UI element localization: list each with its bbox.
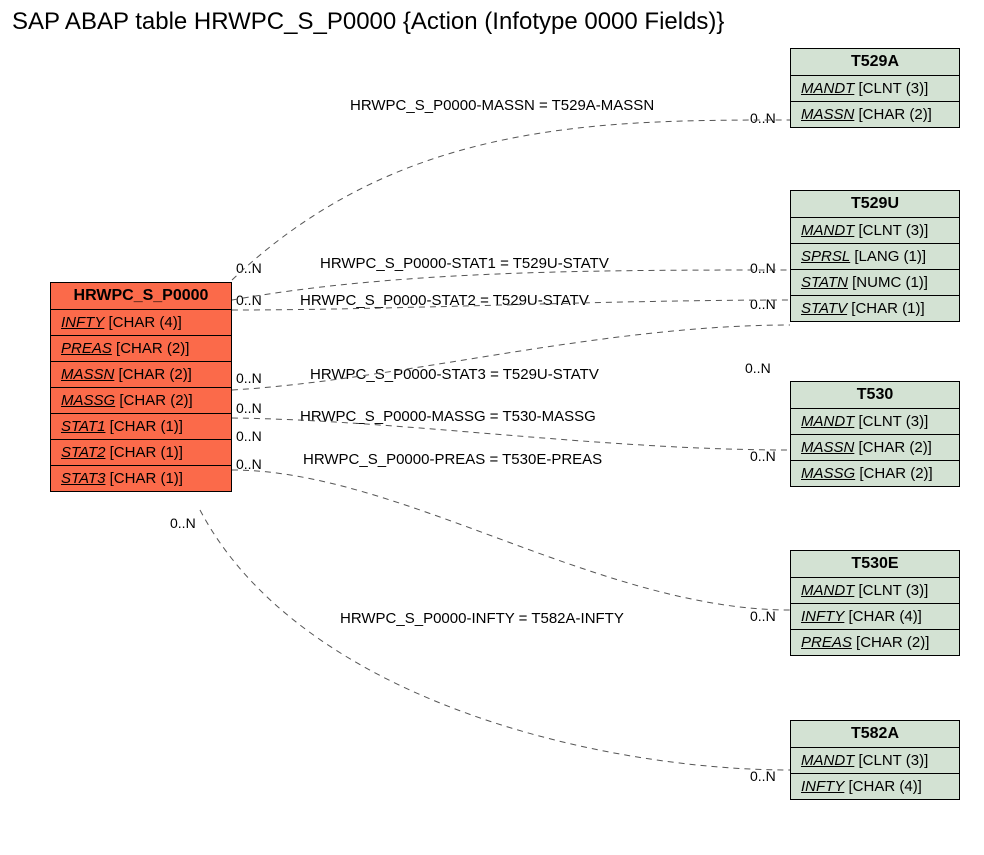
relation-label: HRWPC_S_P0000-PREAS = T530E-PREAS: [303, 451, 602, 468]
cardinality: 0..N: [750, 768, 776, 784]
cardinality: 0..N: [750, 608, 776, 624]
entity-header: T529A: [791, 49, 959, 76]
field-row: INFTY [CHAR (4)]: [791, 604, 959, 630]
field-row: MANDT [CLNT (3)]: [791, 409, 959, 435]
field-row: STAT2 [CHAR (1)]: [51, 440, 231, 466]
field-row: MASSN [CHAR (2)]: [51, 362, 231, 388]
cardinality: 0..N: [750, 260, 776, 276]
entity-t529a: T529A MANDT [CLNT (3)] MASSN [CHAR (2)]: [790, 48, 960, 128]
entity-t582a: T582A MANDT [CLNT (3)] INFTY [CHAR (4)]: [790, 720, 960, 800]
cardinality: 0..N: [236, 400, 262, 416]
entity-header: T530: [791, 382, 959, 409]
cardinality: 0..N: [236, 260, 262, 276]
entity-header: HRWPC_S_P0000: [51, 283, 231, 310]
relation-label: HRWPC_S_P0000-STAT3 = T529U-STATV: [310, 366, 599, 383]
field-row: SPRSL [LANG (1)]: [791, 244, 959, 270]
cardinality: 0..N: [236, 292, 262, 308]
cardinality: 0..N: [170, 515, 196, 531]
field-row: STATN [NUMC (1)]: [791, 270, 959, 296]
cardinality: 0..N: [745, 360, 771, 376]
diagram-title: SAP ABAP table HRWPC_S_P0000 {Action (In…: [12, 8, 724, 36]
cardinality: 0..N: [236, 428, 262, 444]
relation-label: HRWPC_S_P0000-MASSG = T530-MASSG: [300, 408, 596, 425]
cardinality: 0..N: [750, 296, 776, 312]
entity-t529u: T529U MANDT [CLNT (3)] SPRSL [LANG (1)] …: [790, 190, 960, 322]
field-row: STATV [CHAR (1)]: [791, 296, 959, 321]
field-row: INFTY [CHAR (4)]: [51, 310, 231, 336]
entity-t530e: T530E MANDT [CLNT (3)] INFTY [CHAR (4)] …: [790, 550, 960, 656]
entity-t530: T530 MANDT [CLNT (3)] MASSN [CHAR (2)] M…: [790, 381, 960, 487]
entity-header: T529U: [791, 191, 959, 218]
field-row: MANDT [CLNT (3)]: [791, 748, 959, 774]
field-row: PREAS [CHAR (2)]: [51, 336, 231, 362]
field-row: MANDT [CLNT (3)]: [791, 76, 959, 102]
cardinality: 0..N: [236, 456, 262, 472]
field-row: MASSN [CHAR (2)]: [791, 102, 959, 127]
field-row: MASSG [CHAR (2)]: [791, 461, 959, 486]
field-row: INFTY [CHAR (4)]: [791, 774, 959, 799]
relation-label: HRWPC_S_P0000-STAT1 = T529U-STATV: [320, 255, 609, 272]
field-row: MASSG [CHAR (2)]: [51, 388, 231, 414]
relation-label: HRWPC_S_P0000-INFTY = T582A-INFTY: [340, 610, 624, 627]
entity-header: T530E: [791, 551, 959, 578]
cardinality: 0..N: [236, 370, 262, 386]
field-row: STAT1 [CHAR (1)]: [51, 414, 231, 440]
field-row: MASSN [CHAR (2)]: [791, 435, 959, 461]
field-row: MANDT [CLNT (3)]: [791, 578, 959, 604]
entity-hrwpc-s-p0000: HRWPC_S_P0000 INFTY [CHAR (4)] PREAS [CH…: [50, 282, 232, 492]
cardinality: 0..N: [750, 448, 776, 464]
cardinality: 0..N: [750, 110, 776, 126]
relation-label: HRWPC_S_P0000-MASSN = T529A-MASSN: [350, 97, 654, 114]
field-row: MANDT [CLNT (3)]: [791, 218, 959, 244]
field-row: STAT3 [CHAR (1)]: [51, 466, 231, 491]
entity-header: T582A: [791, 721, 959, 748]
field-row: PREAS [CHAR (2)]: [791, 630, 959, 655]
relation-label: HRWPC_S_P0000-STAT2 = T529U-STATV: [300, 292, 589, 309]
